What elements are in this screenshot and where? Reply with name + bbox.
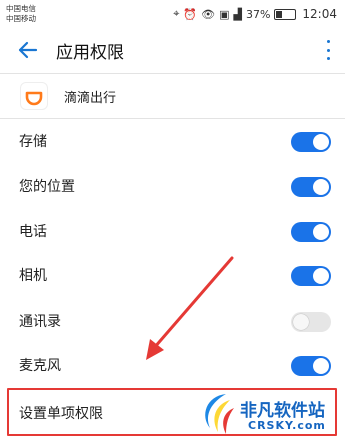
permission-row-camera[interactable]: 相机 [0,252,345,298]
phone-toggle[interactable] [291,222,331,242]
set-single-permission-label: 设置单项权限 [19,406,103,422]
status-icons: ⌖ ⏰ 👁 ▣ ▟ 37% 12:04 [173,7,337,21]
permission-label: 存储 [19,134,47,150]
app-bar: 应用权限 [0,30,345,72]
watermark: 非凡软件站 CRSKY.com [196,386,342,442]
didi-logo-icon [20,82,48,110]
permission-row-phone[interactable]: 电话 [0,208,345,254]
more-menu-icon[interactable] [323,38,333,62]
app-name: 滴滴出行 [64,91,117,106]
clock: 12:04 [302,7,337,21]
alarm-icon: ⏰ [183,7,198,21]
microphone-toggle[interactable] [291,356,331,376]
carrier-2: 中国移动 [6,14,36,23]
storage-toggle[interactable] [291,132,331,152]
signal-icon: ▟ [233,7,242,21]
vibrate-icon: ▣ [219,7,230,21]
eye-icon: 👁 [201,7,216,21]
permission-label: 麦克风 [19,358,61,374]
app-info-row: 滴滴出行 [0,78,345,114]
permission-label: 相机 [19,268,47,284]
status-bar: 中国电信 中国移动 ⌖ ⏰ 👁 ▣ ▟ 37% 12:04 [0,0,345,30]
contacts-toggle[interactable] [291,312,331,332]
permission-label: 您的位置 [19,179,75,195]
location-icon: ⌖ [173,7,180,20]
permission-row-storage[interactable]: 存储 [0,118,345,164]
permission-row-location[interactable]: 您的位置 [0,163,345,209]
permission-label: 电话 [19,224,47,240]
location-toggle[interactable] [291,177,331,197]
back-arrow-icon[interactable] [14,36,42,64]
page-title: 应用权限 [56,43,124,63]
permission-row-contacts[interactable]: 通讯录 [0,298,345,344]
crsky-logo-icon [205,394,234,434]
camera-toggle[interactable] [291,266,331,286]
watermark-subtext: CRSKY.com [248,419,326,432]
carrier-1: 中国电信 [6,4,36,13]
permission-label: 通讯录 [19,314,61,330]
watermark-text: 非凡软件站 [240,401,325,421]
permission-row-microphone[interactable]: 麦克风 [0,342,345,388]
battery-percent: 37% [245,7,271,21]
divider [0,73,345,74]
carrier-info: 中国电信 中国移动 [6,4,36,24]
battery-icon [274,8,297,20]
